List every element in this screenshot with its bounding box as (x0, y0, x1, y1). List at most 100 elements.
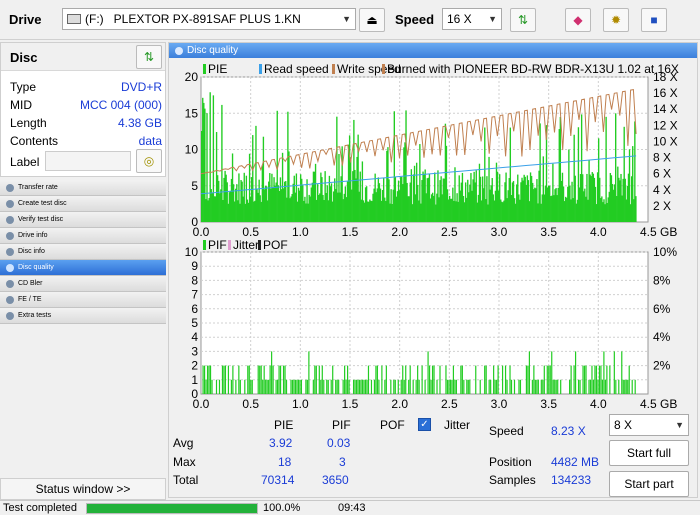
pif-bar (364, 379, 367, 394)
pif-bar (206, 365, 209, 394)
sidebar-item-disc-quality[interactable]: Disc quality (0, 260, 166, 276)
pif-bar (384, 379, 386, 394)
speed-stat-label: Speed (489, 424, 524, 438)
pif-bar (560, 379, 562, 394)
col-pif-header: PIF (332, 418, 351, 432)
y2-tick-label: 4% (653, 330, 671, 344)
pif-bar (519, 379, 522, 394)
sidebar-item-label: Drive info (18, 232, 48, 239)
field-value: DVD+R (120, 80, 162, 94)
start-full-button[interactable]: Start full (609, 440, 689, 466)
pif-bar (208, 365, 210, 394)
pif-bar (402, 365, 404, 394)
label-edit-button[interactable]: ◎ (136, 149, 162, 173)
pif-bar (248, 365, 250, 394)
pif-bar (347, 365, 349, 394)
sidebar-item-label: Disc quality (18, 264, 54, 271)
pif-bar (467, 379, 469, 394)
pif-bar (345, 379, 347, 394)
pif-bar (244, 379, 246, 394)
disc-panel: Disc ⇅ Type DVD+R MID MCC 004 (000) Length… (0, 42, 166, 177)
y-tick-label: 6 (191, 302, 198, 316)
pif-bar (279, 365, 282, 394)
disc-quality-title: Disc quality (187, 45, 239, 56)
disc-refresh-button[interactable]: ⇅ (136, 45, 162, 69)
pif-bar (604, 379, 606, 394)
pif-bar (436, 379, 438, 394)
pif-bar (585, 365, 587, 394)
pif-bar (540, 379, 542, 394)
fe-te-icon (6, 295, 14, 304)
pif-bar (609, 365, 611, 394)
speed-stat-value: 8.23 X (551, 424, 586, 438)
disc-quality-icon (175, 46, 183, 55)
settings-button[interactable]: ✹ (603, 8, 629, 32)
pif-bar (536, 379, 538, 394)
pif-bar (300, 379, 303, 394)
sidebar-item-transfer-rate[interactable]: Transfer rate (0, 180, 166, 196)
disc-quality-icon (6, 263, 14, 272)
refresh-speed-button[interactable]: ⇅ (510, 8, 536, 32)
label-input[interactable] (45, 151, 131, 171)
x-tick-label: 2.0 (391, 225, 408, 239)
sidebar-item-disc-info[interactable]: Disc info (0, 244, 166, 260)
legend-label: Read speed (264, 62, 329, 76)
test-speed-select[interactable]: 8 X ▼ (609, 414, 689, 436)
pif-bar (412, 379, 414, 394)
jitter-checkbox[interactable]: ✓ (418, 418, 431, 431)
pif-bar (488, 379, 490, 394)
pif-bar (360, 379, 362, 394)
sidebar-item-fe-te[interactable]: FE / TE (0, 292, 166, 308)
x-tick-label: 4.0 (590, 225, 607, 239)
pif-bar (579, 379, 581, 394)
sidebar-item-create-test-disc[interactable]: Create test disc (0, 196, 166, 212)
pif-bar (588, 379, 590, 394)
pif-bar (466, 379, 468, 394)
total-pie-value: 70314 (261, 473, 295, 487)
pif-bar (418, 379, 420, 394)
pif-bar (463, 379, 465, 394)
speed-select[interactable]: 16 X ▼ (442, 8, 502, 30)
pif-bar (223, 365, 225, 394)
pif-bar (409, 365, 411, 394)
start-part-button[interactable]: Start part (609, 471, 689, 497)
position-value: 4482 MB (551, 455, 600, 469)
pif-bar (211, 379, 213, 394)
toolbar: Drive (F:) PLEXTOR PX-891SAF PLUS 1.KN ▼… (0, 0, 700, 40)
refresh-icon: ⇅ (517, 13, 529, 27)
pif-bar (430, 379, 432, 394)
save-button[interactable]: ■ (641, 8, 667, 32)
sidebar-item-drive-info[interactable]: Drive info (0, 228, 166, 244)
x-tick-label: 3.5 (540, 225, 557, 239)
pif-bar (618, 379, 620, 394)
pif-bar (454, 379, 456, 394)
sidebar-item-verify-test-disc[interactable]: Verify test disc (0, 212, 166, 228)
status-window-button[interactable]: Status window >> (0, 478, 166, 500)
pif-bar (452, 365, 455, 394)
pif-bar (308, 351, 310, 394)
pie-bar (635, 196, 637, 222)
pif-bar (533, 365, 535, 394)
x-tick-label: 2.5 (441, 397, 458, 410)
erase-button[interactable]: ◆ (565, 8, 591, 32)
pif-bar (312, 379, 314, 394)
y2-tick-label: 12 X (653, 118, 678, 132)
pif-bar (299, 379, 301, 394)
pif-bar (285, 379, 288, 394)
pif-bar (428, 365, 431, 394)
drive-select[interactable]: (F:) PLEXTOR PX-891SAF PLUS 1.KN ▼ (62, 8, 356, 30)
y2-tick-label: 2% (653, 359, 671, 373)
sidebar-item-cd-bler[interactable]: CD Bler (0, 276, 166, 292)
eject-button[interactable]: ⏏ (359, 8, 385, 32)
pif-bar (376, 365, 379, 394)
pif-bar (232, 365, 234, 394)
pif-bar (358, 379, 361, 394)
pif-bar (344, 365, 346, 394)
x-tick-label: 2.0 (391, 397, 408, 410)
pif-bar (218, 379, 221, 394)
pif-bar (257, 365, 259, 394)
pif-bar (284, 365, 286, 394)
sidebar-item-extra-tests[interactable]: Extra tests (0, 308, 166, 324)
pif-bar (570, 365, 572, 394)
progress-percent: 100.0% (263, 502, 301, 514)
